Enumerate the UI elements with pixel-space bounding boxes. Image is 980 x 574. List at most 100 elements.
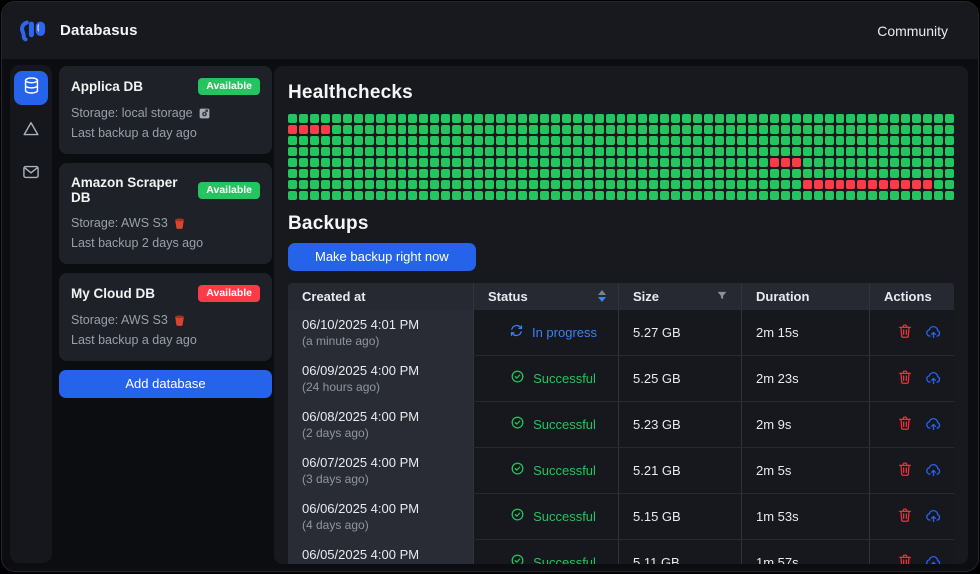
delete-backup-button[interactable] [897,461,913,480]
community-link[interactable]: Community [877,23,948,39]
status-cell: Successful [474,356,619,401]
healthcheck-cell [726,114,735,123]
healthcheck-cell [321,136,330,145]
healthcheck-cell [507,136,516,145]
healthcheck-cell [463,158,472,167]
created-at-cell: 06/06/2025 4:00 PM (4 days ago) [288,494,474,539]
healthcheck-cell [781,169,790,178]
healthcheck-cell [857,114,866,123]
make-backup-button[interactable]: Make backup right now [288,243,476,271]
healthcheck-cell [452,114,461,123]
size-cell: 5.15 GB [619,494,742,539]
healthcheck-cell [507,180,516,189]
healthcheck-cell [715,125,724,134]
healthcheck-cell [704,158,713,167]
delete-backup-button[interactable] [897,369,913,388]
healthcheck-cell [693,158,702,167]
last-backup-label: Last backup a day ago [71,123,260,143]
restore-backup-button[interactable] [925,461,942,481]
database-card-my-cloud[interactable]: My Cloud DB Available Storage: AWS S3 La… [59,273,272,361]
healthcheck-cell [408,114,417,123]
healthcheck-cell [748,125,757,134]
healthcheck-cell [715,191,724,200]
healthcheck-cell [573,191,582,200]
healthcheck-cell [814,169,823,178]
column-header-status: Status [474,283,619,309]
healthcheck-cell [846,114,855,123]
restore-backup-button[interactable] [925,369,942,389]
healthcheck-cell [901,147,910,156]
healthcheck-cell [682,147,691,156]
healthcheck-cell [836,169,845,178]
database-icon [22,76,41,100]
healthcheck-cell [551,180,560,189]
healthcheck-cell [704,169,713,178]
restore-backup-button[interactable] [925,415,942,435]
add-database-button[interactable]: Add database [59,370,272,398]
delete-backup-button[interactable] [897,507,913,526]
healthcheck-cell [332,147,341,156]
status-cell: Successful [474,540,619,564]
healthcheck-cell [365,158,374,167]
sidebar-item-storages[interactable] [14,114,48,148]
created-at-cell: 06/07/2025 4:00 PM (3 days ago) [288,448,474,493]
healthcheck-cell [507,169,516,178]
healthcheck-cell [387,158,396,167]
sort-asc-icon [598,290,606,295]
delete-backup-button[interactable] [897,323,913,342]
status-label: Successful [533,417,596,432]
healthcheck-cell [934,191,943,200]
trash-icon [897,323,913,342]
healthcheck-cell [518,136,527,145]
healthcheck-cell [781,125,790,134]
healthcheck-cell [901,180,910,189]
filter-icon[interactable] [715,289,729,303]
healthcheck-cell [321,125,330,134]
healthcheck-cell [441,147,450,156]
healthcheck-cell [649,191,658,200]
healthcheck-cell [923,114,932,123]
healthcheck-cell [310,191,319,200]
sidebar-item-notifications[interactable] [14,157,48,191]
database-card-applica[interactable]: Applica DB Available Storage: local stor… [59,66,272,154]
cloud-upload-icon [925,553,942,565]
healthcheck-cell [649,158,658,167]
restore-backup-button[interactable] [925,323,942,343]
healthcheck-cell [452,158,461,167]
healthcheck-cell [584,147,593,156]
sidebar-item-databases[interactable] [14,71,48,105]
healthcheck-cell [321,191,330,200]
healthcheck-cell [759,147,768,156]
healthcheck-cell [814,158,823,167]
database-card-amazon-scraper[interactable]: Amazon Scraper DB Available Storage: AWS… [59,163,272,264]
sort-icon[interactable] [598,290,606,302]
restore-backup-button[interactable] [925,553,942,565]
healthcheck-cell [496,158,505,167]
table-header-row: Created at Status Size Duration [288,283,954,309]
healthcheck-cell [606,169,615,178]
healthcheck-cell [496,125,505,134]
s3-bucket-icon [173,314,186,327]
healthcheck-cell [584,180,593,189]
healthcheck-cell [354,125,363,134]
healthcheck-cell [540,180,549,189]
healthcheck-cell [846,136,855,145]
healthcheck-cell [595,125,604,134]
healthcheck-cell [638,169,647,178]
healthcheck-cell [408,125,417,134]
storage-label: Storage: AWS S3 [71,310,168,330]
healthcheck-cell [288,158,297,167]
healthcheck-cell [901,125,910,134]
status-badge: Available [198,285,260,302]
created-at-cell: 06/05/2025 4:00 PM (5 days ago) [288,540,474,564]
healthcheck-cell [748,147,757,156]
healthcheck-cell [573,169,582,178]
restore-backup-button[interactable] [925,507,942,527]
healthcheck-cell [387,114,396,123]
delete-backup-button[interactable] [897,415,913,434]
healthcheck-cell [781,147,790,156]
healthcheck-cell [748,114,757,123]
delete-backup-button[interactable] [897,553,913,564]
healthcheck-cell [627,125,636,134]
healthcheck-cell [430,125,439,134]
